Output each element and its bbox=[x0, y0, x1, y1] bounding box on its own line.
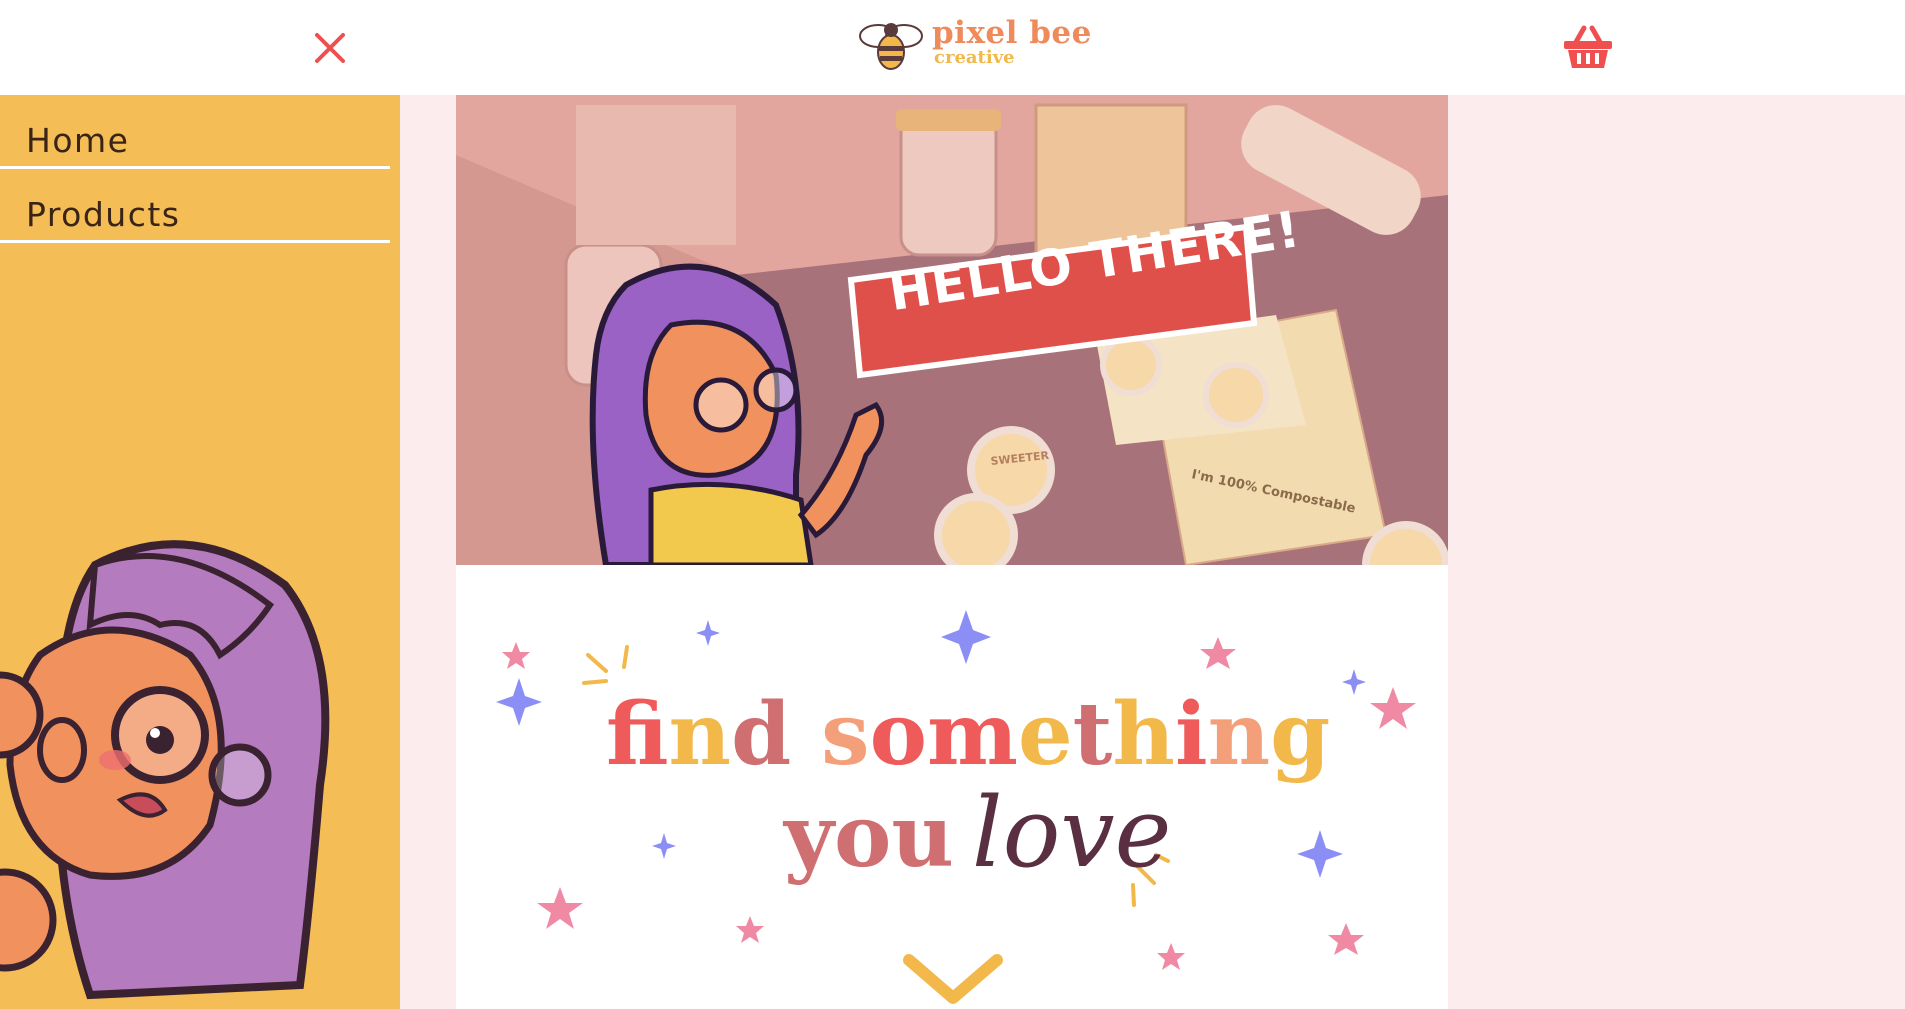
chevron-down-icon bbox=[903, 954, 1003, 1004]
tagline-letter: g bbox=[1270, 684, 1331, 785]
close-icon bbox=[315, 33, 345, 63]
star-icon bbox=[1370, 687, 1416, 729]
star-icon bbox=[736, 916, 764, 943]
tagline-letter: s bbox=[821, 684, 870, 785]
tagline-letter: o bbox=[869, 684, 927, 785]
sidebar-item-label: Home bbox=[26, 121, 130, 160]
tagline-word-love: love bbox=[971, 777, 1172, 889]
tagline-word-you: you bbox=[784, 786, 954, 887]
tagline-line-2: you love bbox=[784, 783, 1171, 887]
hero-image: I'm 100% Compostable SWEETER HELLO THERE… bbox=[456, 95, 1448, 565]
tagline-letter: d bbox=[731, 684, 792, 785]
star-icon bbox=[502, 642, 530, 669]
sparkle-icon bbox=[941, 610, 991, 664]
site-header: pixel bee creative bbox=[0, 0, 1905, 95]
tagline-line-1: find something bbox=[606, 685, 1330, 785]
tagline-letter: n bbox=[668, 684, 732, 785]
tagline-letter: t bbox=[1072, 684, 1113, 785]
tagline-letter: m bbox=[926, 684, 1018, 785]
hero-banner: HELLO THERE! bbox=[851, 200, 1304, 345]
site-logo[interactable]: pixel bee creative bbox=[858, 16, 1091, 74]
logo-text: pixel bee bbox=[932, 15, 1092, 51]
tagline-letter: h bbox=[1112, 684, 1175, 785]
sidebar-item-products[interactable]: Products bbox=[0, 169, 390, 243]
star-icon bbox=[1157, 943, 1185, 970]
main-content: I'm 100% Compostable SWEETER HELLO THERE… bbox=[456, 95, 1448, 1009]
close-menu-button[interactable] bbox=[312, 30, 348, 66]
tagline-letter: e bbox=[1017, 684, 1073, 785]
star-icon bbox=[1200, 637, 1236, 669]
logo-subtitle: creative bbox=[934, 47, 1015, 68]
tagline-letter: n bbox=[1207, 684, 1271, 785]
sparkle-icon bbox=[1342, 669, 1366, 695]
sidebar-item-label: Products bbox=[26, 195, 181, 234]
star-icon bbox=[537, 887, 583, 929]
cart-button[interactable] bbox=[1562, 24, 1614, 70]
tagline-section: find something youlove bbox=[456, 565, 1448, 1009]
sparkle-icon bbox=[652, 833, 676, 859]
basket-icon bbox=[1564, 25, 1612, 68]
sparkle-icon bbox=[1297, 830, 1343, 878]
star-icon bbox=[1328, 923, 1364, 955]
bee-icon bbox=[859, 23, 923, 70]
sparkle-icon bbox=[696, 620, 720, 646]
side-menu: Home Products bbox=[0, 95, 400, 1009]
tagline-space bbox=[791, 684, 821, 785]
mascot-illustration bbox=[0, 540, 330, 1000]
scroll-down-button[interactable] bbox=[901, 950, 1005, 1009]
tagline-letter: f bbox=[606, 684, 669, 785]
sparkle-icon bbox=[496, 678, 542, 726]
sidebar-item-home[interactable]: Home bbox=[0, 95, 390, 169]
tagline-letter: i bbox=[1174, 684, 1208, 785]
